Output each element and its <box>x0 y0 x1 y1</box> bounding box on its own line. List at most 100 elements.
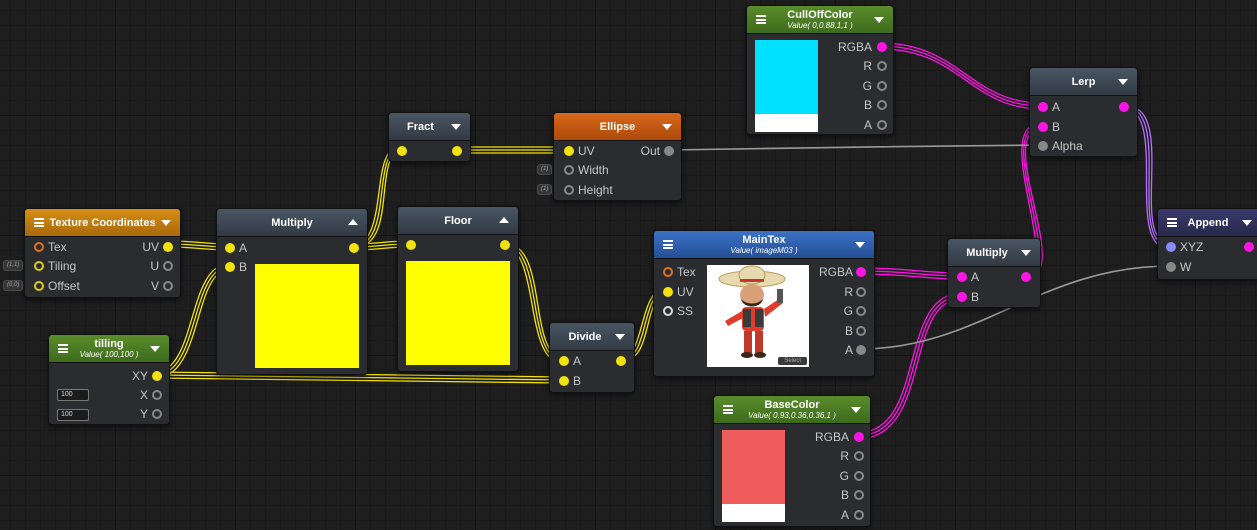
port-a[interactable] <box>225 243 235 253</box>
node-maintex[interactable]: MainTex Value( imageM03 ) Tex UV SS Sele… <box>653 230 875 377</box>
node-header[interactable]: Lerp <box>1030 68 1137 96</box>
port-a[interactable] <box>559 356 569 366</box>
menu-icon[interactable] <box>756 15 766 24</box>
node-floor[interactable]: Floor <box>397 206 519 372</box>
node-append[interactable]: Append XYZ W <box>1157 208 1257 280</box>
port-uv[interactable] <box>163 242 173 252</box>
port-output[interactable] <box>500 240 510 250</box>
port-uv[interactable] <box>564 146 574 156</box>
node-header[interactable]: Floor <box>398 207 518 235</box>
default-value-chip[interactable]: (1) <box>537 164 553 175</box>
node-multiply[interactable]: Multiply A B <box>216 208 368 375</box>
port-v[interactable] <box>163 281 173 291</box>
node-header[interactable]: Append <box>1158 209 1257 237</box>
node-culloffcolor[interactable]: CullOffColor Value( 0,0.88,1,1 ) RGBA R … <box>746 5 894 135</box>
chevron-down-icon[interactable] <box>1021 250 1031 256</box>
node-header[interactable]: Ellipse <box>554 113 681 141</box>
port-height[interactable] <box>564 185 574 195</box>
port-output[interactable] <box>1021 272 1031 282</box>
port-a[interactable] <box>957 272 967 282</box>
node-header[interactable]: Fract <box>389 113 470 141</box>
port-uv[interactable] <box>663 287 673 297</box>
node-header[interactable]: tilling Value( 100,100 ) <box>49 335 169 363</box>
port-r[interactable] <box>854 451 864 461</box>
node-header[interactable]: Texture Coordinates <box>25 209 180 237</box>
chevron-down-icon[interactable] <box>874 17 884 23</box>
node-header[interactable]: Multiply <box>217 209 367 237</box>
default-value-chip[interactable]: (1) <box>537 184 553 195</box>
port-g[interactable] <box>854 471 864 481</box>
chevron-down-icon[interactable] <box>615 334 625 340</box>
chevron-down-icon[interactable] <box>851 407 861 413</box>
port-output[interactable] <box>616 356 626 366</box>
x-value-field[interactable]: 100 <box>57 389 89 401</box>
menu-icon[interactable] <box>1167 218 1177 227</box>
chevron-down-icon[interactable] <box>150 346 160 352</box>
port-b[interactable] <box>856 326 866 336</box>
port-rgba[interactable] <box>854 432 864 442</box>
port-ss[interactable] <box>663 306 673 316</box>
port-b[interactable] <box>1038 122 1048 132</box>
chevron-up-icon[interactable] <box>499 217 509 223</box>
port-output[interactable] <box>1119 102 1129 112</box>
port-tex[interactable] <box>663 267 673 277</box>
port-b[interactable] <box>957 292 967 302</box>
menu-icon[interactable] <box>723 405 733 414</box>
port-b[interactable] <box>225 262 235 272</box>
node-fract[interactable]: Fract <box>388 112 471 162</box>
chevron-down-icon[interactable] <box>451 124 461 130</box>
node-tilling[interactable]: tilling Value( 100,100 ) XY 100 X 100 Y <box>48 334 170 425</box>
node-header[interactable]: Divide <box>550 323 634 351</box>
chevron-down-icon[interactable] <box>161 220 171 226</box>
port-r[interactable] <box>856 287 866 297</box>
port-alpha[interactable] <box>1038 141 1048 151</box>
port-output[interactable] <box>1244 242 1254 252</box>
port-b[interactable] <box>877 100 887 110</box>
port-input[interactable] <box>397 146 407 156</box>
port-tiling[interactable] <box>34 261 44 271</box>
texture-preview[interactable]: Select <box>707 265 809 367</box>
port-out[interactable] <box>664 146 674 156</box>
menu-icon[interactable] <box>34 218 44 227</box>
port-w[interactable] <box>1166 262 1176 272</box>
default-value-chip[interactable]: (0,0) <box>3 280 24 291</box>
port-input[interactable] <box>406 240 416 250</box>
color-swatch[interactable] <box>755 40 818 132</box>
node-lerp[interactable]: Lerp A B Alpha <box>1029 67 1138 157</box>
chevron-down-icon[interactable] <box>855 242 865 248</box>
node-header[interactable]: CullOffColor Value( 0,0.88,1,1 ) <box>747 6 893 34</box>
color-swatch[interactable] <box>722 430 785 522</box>
port-r[interactable] <box>877 61 887 71</box>
port-a[interactable] <box>856 345 866 355</box>
default-value-chip[interactable]: (1,1) <box>3 260 24 271</box>
select-button[interactable]: Select <box>778 357 807 365</box>
port-b[interactable] <box>559 376 569 386</box>
y-value-field[interactable]: 100 <box>57 409 89 421</box>
port-g[interactable] <box>877 81 887 91</box>
chevron-down-icon[interactable] <box>1118 79 1128 85</box>
menu-icon[interactable] <box>58 344 68 353</box>
node-ellipse[interactable]: Ellipse UV Out Width Height <box>553 112 682 201</box>
port-g[interactable] <box>856 306 866 316</box>
port-a[interactable] <box>877 120 887 130</box>
node-basecolor[interactable]: BaseColor Value( 0.93,0.36,0.36,1 ) RGBA… <box>713 395 871 527</box>
port-y[interactable] <box>152 409 162 419</box>
chevron-up-icon[interactable] <box>348 219 358 225</box>
port-a[interactable] <box>854 510 864 520</box>
port-a[interactable] <box>1038 102 1048 112</box>
node-multiply-2[interactable]: Multiply A B <box>947 238 1041 308</box>
port-output[interactable] <box>452 146 462 156</box>
port-rgba[interactable] <box>877 42 887 52</box>
port-width[interactable] <box>564 165 574 175</box>
port-xyz[interactable] <box>1166 242 1176 252</box>
node-divide[interactable]: Divide A B <box>549 322 635 393</box>
node-header[interactable]: BaseColor Value( 0.93,0.36,0.36,1 ) <box>714 396 870 424</box>
port-u[interactable] <box>163 261 173 271</box>
chevron-down-icon[interactable] <box>662 124 672 130</box>
port-xy[interactable] <box>152 371 162 381</box>
port-output[interactable] <box>349 243 359 253</box>
port-offset[interactable] <box>34 281 44 291</box>
menu-icon[interactable] <box>663 240 673 249</box>
node-texture-coordinates[interactable]: Texture Coordinates Tex UV Tiling U Offs… <box>24 208 181 298</box>
port-rgba[interactable] <box>856 267 866 277</box>
